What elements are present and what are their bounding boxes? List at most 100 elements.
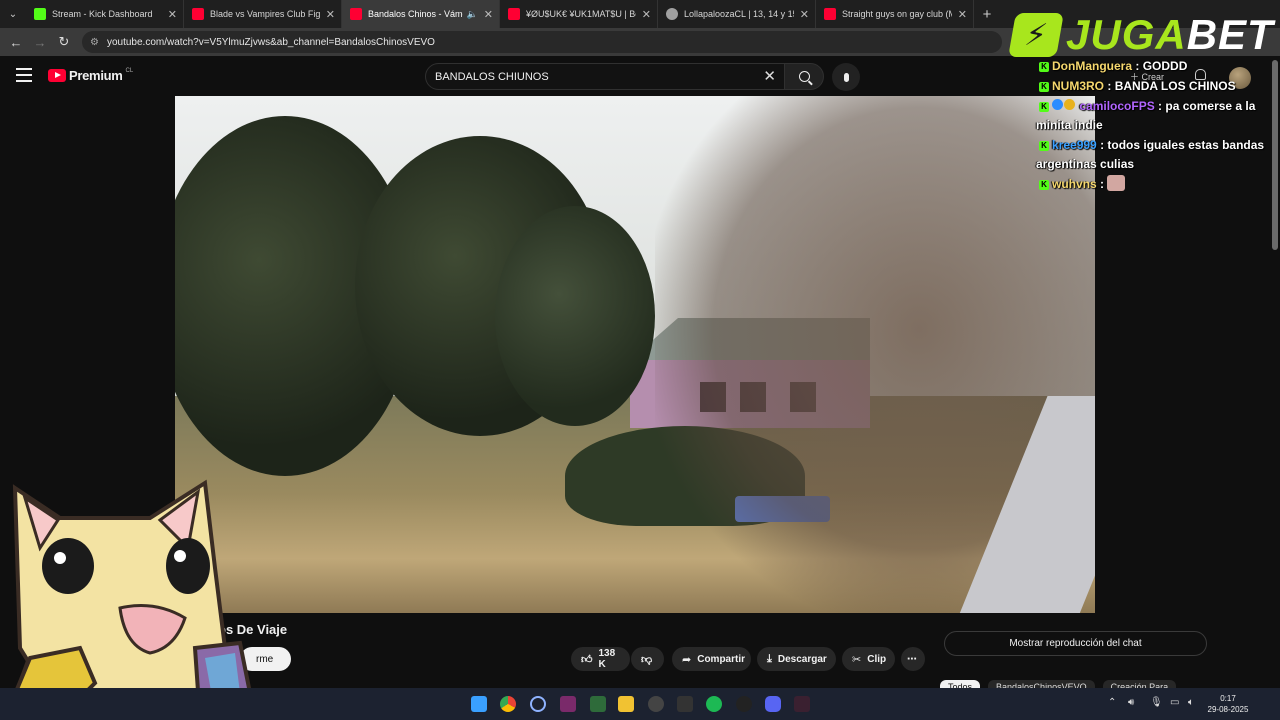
search-button[interactable] bbox=[784, 63, 824, 90]
share-button[interactable]: ➦ Compartir bbox=[672, 647, 751, 671]
system-clock[interactable]: 0:17 29-08-2025 bbox=[1206, 693, 1250, 715]
brand-jug: JUGA bbox=[1066, 11, 1187, 58]
emote-icon bbox=[1107, 175, 1126, 191]
new-tab-button[interactable]: + bbox=[974, 6, 1000, 23]
document-app-icon[interactable] bbox=[590, 696, 606, 712]
scissors-icon: ✂ bbox=[852, 653, 862, 666]
tab-lollapalooza[interactable]: LollapaloozaCL | 13, 14 y 15 de ✕ bbox=[658, 0, 816, 28]
close-icon[interactable]: ✕ bbox=[958, 8, 967, 21]
url-text: youtube.com/watch?v=V5YlmuZjvws&ab_chann… bbox=[106, 36, 435, 48]
chat-username: camilocoFPS bbox=[1079, 99, 1155, 113]
chat-text: : GODDD bbox=[1135, 59, 1188, 73]
steam-icon[interactable] bbox=[736, 696, 752, 712]
clip-label: Clip bbox=[867, 653, 887, 665]
windows-start-icon[interactable] bbox=[471, 696, 487, 712]
tab-straight-guys[interactable]: Straight guys on gay club (Mis ✕ bbox=[816, 0, 974, 28]
tab-title: Straight guys on gay club (Mis bbox=[842, 9, 952, 19]
address-bar[interactable]: ⚙ youtube.com/watch?v=V5YlmuZjvws&ab_cha… bbox=[82, 31, 1002, 53]
chat-text: : BANDA LOS CHINOS bbox=[1107, 79, 1236, 93]
screen: ⌄ Stream - Kick Dashboard ✕ Blade vs Vam… bbox=[0, 0, 1280, 720]
lightning-icon: ⚡ bbox=[1008, 13, 1064, 57]
chevron-up-icon[interactable]: ⌃ bbox=[1108, 697, 1116, 708]
chat-message: K NUM3RO : BANDA LOS CHINOS bbox=[1036, 77, 1272, 96]
chrome-icon[interactable] bbox=[500, 696, 516, 712]
close-icon[interactable]: ✕ bbox=[326, 8, 335, 21]
share-label: Compartir bbox=[697, 653, 746, 665]
chat-message: K camilocoFPS : pa comerse a la minita i… bbox=[1036, 97, 1272, 135]
kick-badge-icon: K bbox=[1039, 62, 1049, 72]
folder-icon[interactable] bbox=[618, 696, 634, 712]
tab-blade-vs-vampires[interactable]: Blade vs Vampires Club Fight S ✕ bbox=[184, 0, 342, 28]
spotify-icon[interactable] bbox=[706, 696, 722, 712]
more-actions-button[interactable]: ⋯ bbox=[901, 647, 925, 671]
tab-search-icon[interactable]: ⌄ bbox=[0, 0, 26, 28]
discord-icon[interactable] bbox=[765, 696, 781, 712]
globe-favicon-icon bbox=[666, 8, 678, 20]
chat-username: NUM3RO bbox=[1052, 79, 1105, 93]
menu-icon[interactable] bbox=[16, 68, 32, 82]
dislike-button[interactable]: 👎︎ bbox=[631, 647, 664, 671]
download-icon: ⤓ bbox=[767, 652, 772, 665]
like-count: 138 K bbox=[598, 648, 616, 670]
c-app-icon[interactable] bbox=[530, 696, 546, 712]
cat-mascot-overlay bbox=[2, 479, 253, 720]
close-icon[interactable]: ✕ bbox=[642, 8, 651, 21]
app-icon[interactable] bbox=[794, 696, 810, 712]
clock-date: 29-08-2025 bbox=[1207, 705, 1249, 714]
speaker-icon[interactable]: 🔊︎ bbox=[1128, 697, 1134, 708]
download-button[interactable]: ⤓ Descargar bbox=[757, 647, 836, 671]
youtube-premium-logo[interactable]: Premium CL bbox=[48, 68, 133, 83]
tab-bandalos-chinos[interactable]: Bandalos Chinos - Vámonos 🔈 ✕ bbox=[342, 0, 500, 28]
search-input[interactable]: BANDALOS CHIUNOS ✕ bbox=[425, 63, 785, 90]
tab-title: Stream - Kick Dashboard bbox=[52, 9, 153, 19]
chat-text: : bbox=[1100, 177, 1105, 191]
kick-badge-icon: K bbox=[1039, 102, 1049, 112]
reload-icon[interactable]: ↻ bbox=[52, 34, 76, 50]
stream-chat-overlay: K DonManguera : GODDD K NUM3RO : BANDA LOS… bbox=[1036, 57, 1272, 195]
jugabet-logo: ⚡ JUGABET bbox=[1008, 11, 1274, 58]
voice-search-button[interactable] bbox=[832, 63, 860, 91]
youtube-favicon-icon bbox=[508, 8, 520, 20]
chat-message: K DonManguera : GODDD bbox=[1036, 57, 1272, 76]
github-icon[interactable] bbox=[677, 696, 693, 712]
video-player[interactable] bbox=[175, 96, 1095, 613]
page-scrollbar[interactable] bbox=[1272, 60, 1278, 250]
kick-favicon-icon bbox=[34, 8, 46, 20]
gift-badge-icon bbox=[1064, 99, 1075, 110]
chat-replay-label: Mostrar reproducción del chat bbox=[1009, 638, 1142, 649]
clip-button[interactable]: ✂ Clip bbox=[842, 647, 895, 671]
stream-app-icon[interactable] bbox=[560, 696, 576, 712]
forward-arrow-icon[interactable]: → bbox=[28, 35, 52, 50]
chat-message: Kkree999 : todos iguales estas bandas ar… bbox=[1036, 136, 1272, 174]
close-icon[interactable]: ✕ bbox=[484, 8, 493, 21]
like-button[interactable]: 👍︎ 138 K bbox=[571, 647, 630, 671]
search-icon bbox=[798, 71, 810, 82]
youtube-favicon-icon bbox=[192, 8, 204, 20]
microphone-icon[interactable]: 🎙︎ bbox=[1150, 697, 1163, 708]
windows-taskbar: ⌃ 🔊︎ 🎙︎ ▭ 🔈︎ 0:17 29-08-2025 bbox=[0, 688, 1280, 720]
thumbs-down-icon: 👎︎ bbox=[641, 653, 653, 666]
chat-username: wuhvns bbox=[1052, 177, 1097, 191]
chat-message: Kwuhvns : bbox=[1036, 175, 1272, 194]
speaker-icon[interactable]: 🔈 bbox=[467, 9, 478, 20]
tab-title: Blade vs Vampires Club Fight S bbox=[210, 9, 320, 19]
close-icon[interactable]: ✕ bbox=[168, 8, 177, 21]
kick-badge-icon: K bbox=[1039, 82, 1049, 92]
chat-username: DonManguera bbox=[1052, 59, 1133, 73]
show-chat-replay-button[interactable]: Mostrar reproducción del chat bbox=[944, 631, 1207, 656]
obs-icon[interactable] bbox=[648, 696, 664, 712]
tab-kick-dashboard[interactable]: Stream - Kick Dashboard ✕ bbox=[26, 0, 184, 28]
back-arrow-icon[interactable]: ← bbox=[4, 35, 28, 50]
tab-yousuke-boiler[interactable]: ¥ØU$UK€ ¥UK1MAT$U | Boiler ✕ bbox=[500, 0, 658, 28]
site-info-icon[interactable]: ⚙ bbox=[90, 37, 99, 48]
close-icon[interactable]: ✕ bbox=[800, 8, 809, 21]
clear-search-icon[interactable]: ✕ bbox=[763, 67, 776, 85]
clock-time: 0:17 bbox=[1220, 694, 1236, 703]
kick-badge-icon: K bbox=[1039, 180, 1049, 190]
network-icon[interactable]: ▭ bbox=[1170, 697, 1179, 708]
video-tree-small bbox=[495, 206, 655, 426]
search-query: BANDALOS CHIUNOS bbox=[435, 70, 549, 83]
brand-bet: BET bbox=[1186, 11, 1274, 58]
tab-title: Bandalos Chinos - Vámonos bbox=[368, 9, 463, 19]
volume-icon[interactable]: 🔈︎ bbox=[1188, 697, 1194, 708]
